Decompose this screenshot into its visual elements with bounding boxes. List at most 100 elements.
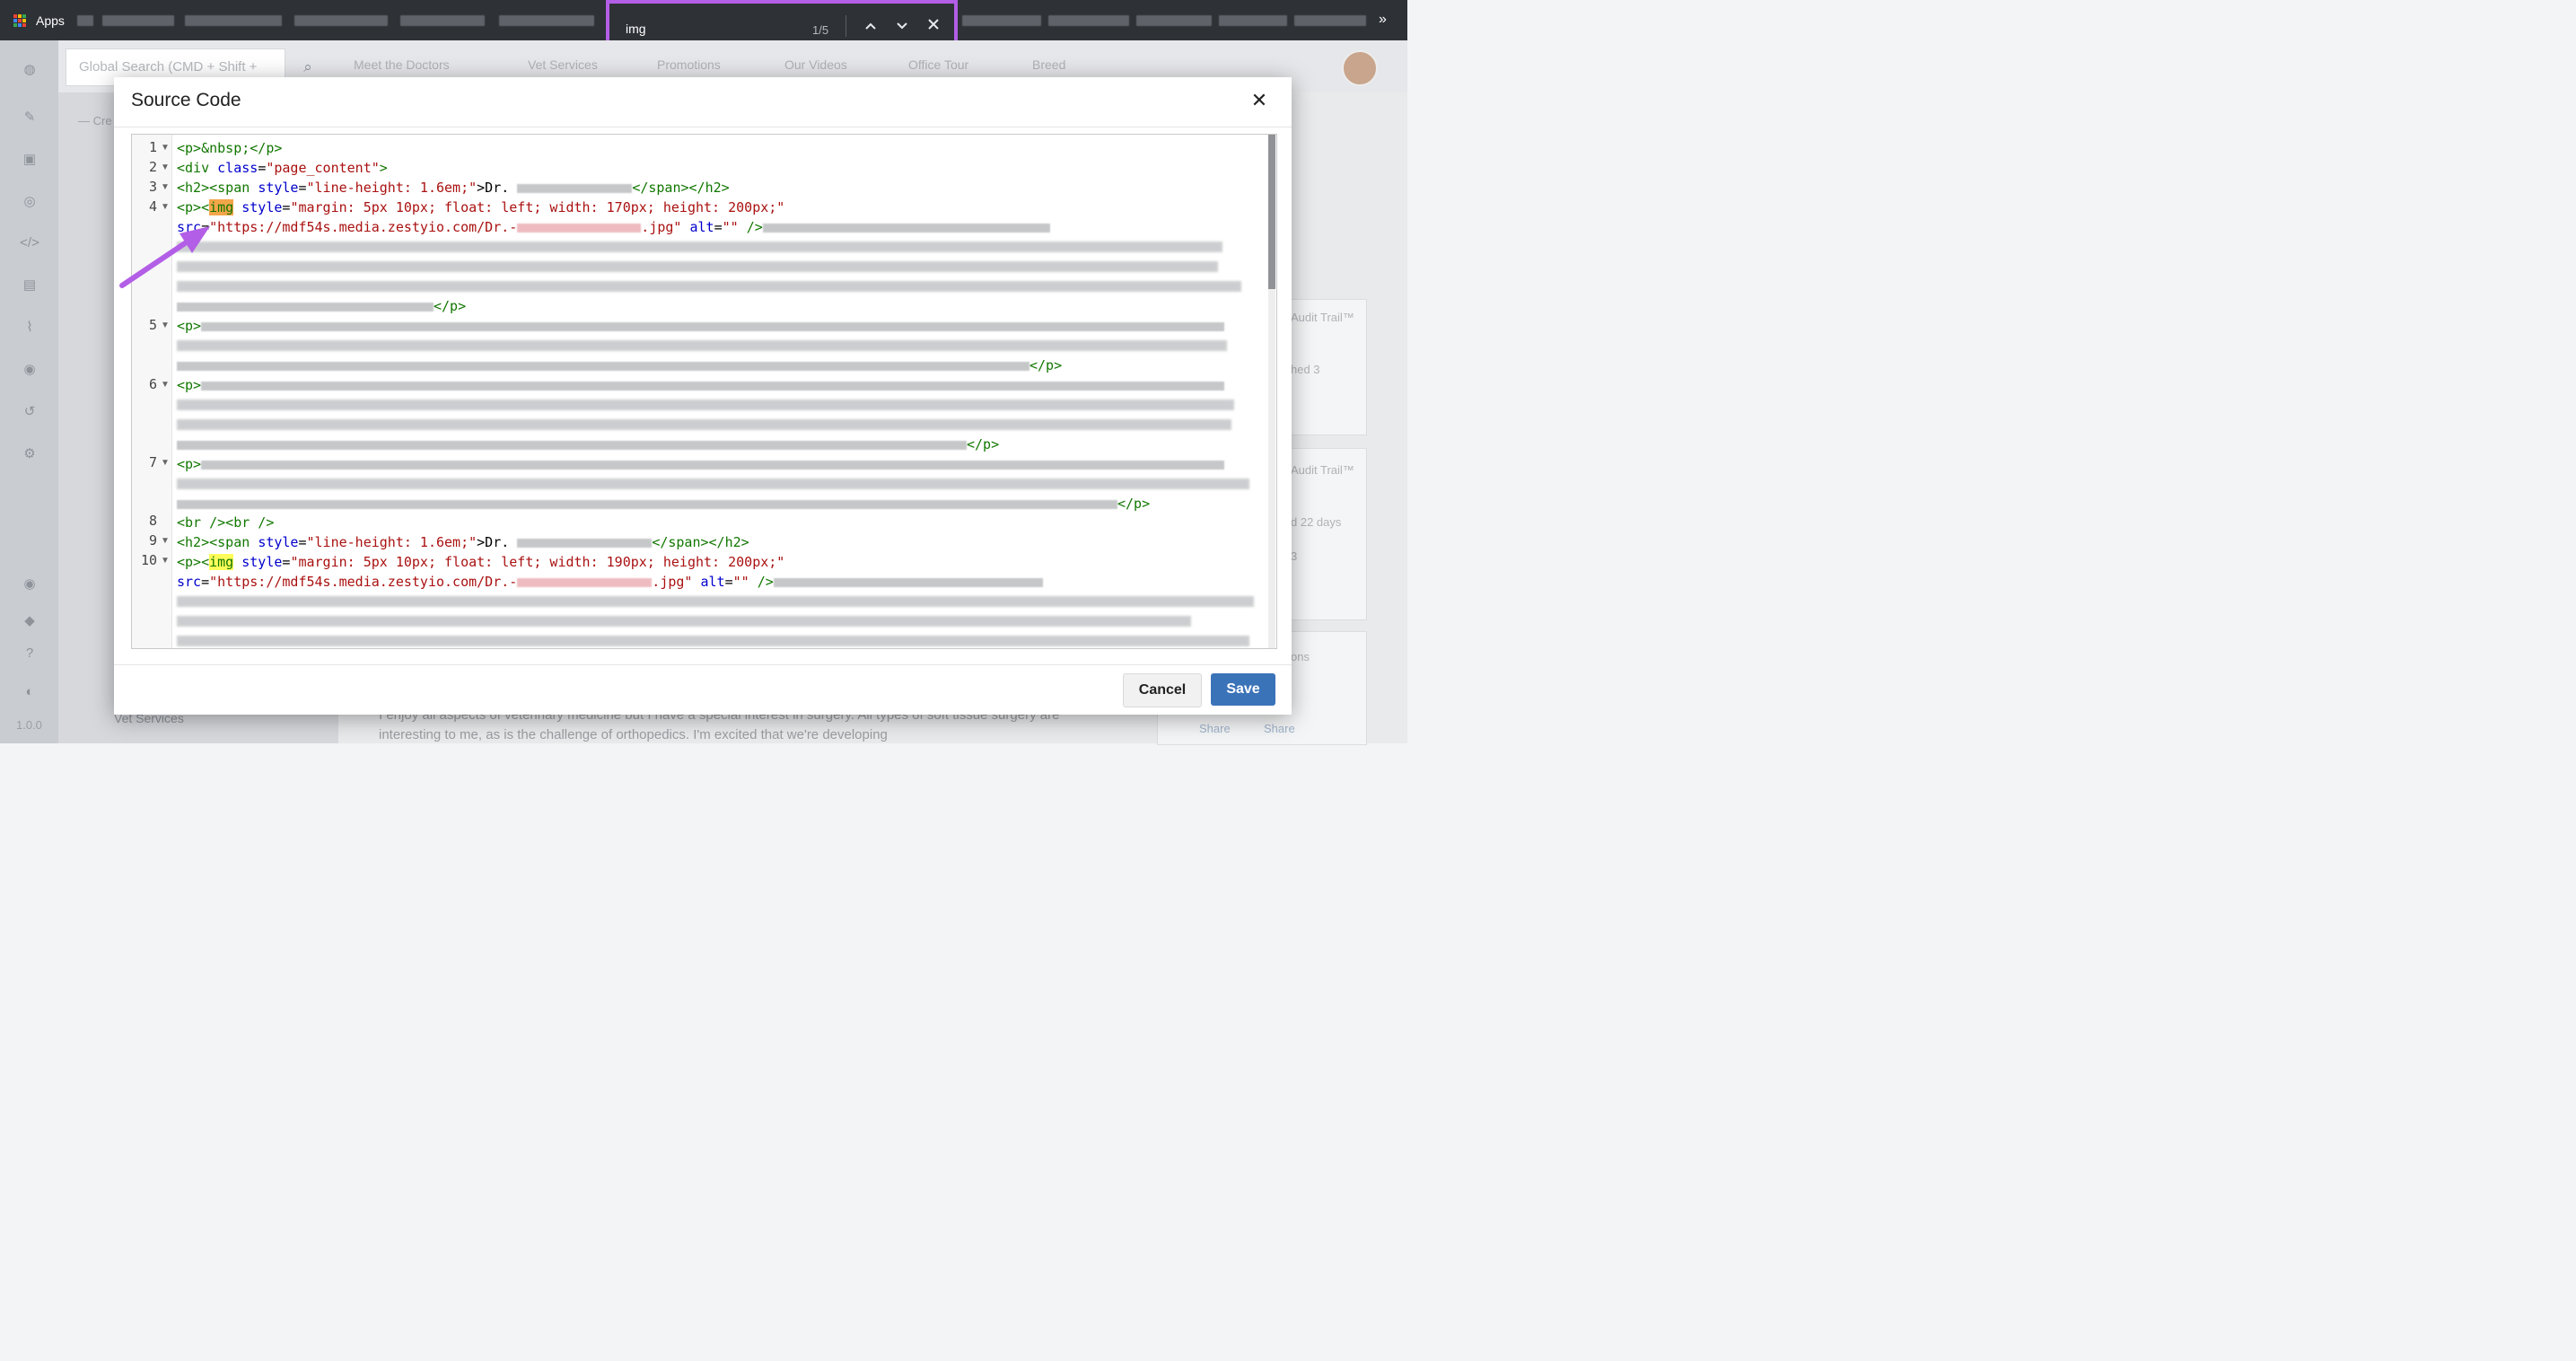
redacted-text (177, 400, 1234, 410)
audit-trail-label: Audit Trail™ (1291, 463, 1354, 477)
apps-grid-icon[interactable] (13, 14, 26, 27)
tab-promotions[interactable]: Promotions (657, 57, 721, 72)
version-label: 1.0.0 (16, 718, 42, 732)
bookmark-item[interactable] (1136, 15, 1212, 26)
fold-arrow-icon[interactable]: ▼ (161, 143, 170, 153)
redacted-text (177, 261, 1218, 272)
code-line-6: <p> (177, 375, 1225, 395)
chart-icon[interactable]: ⌇ (20, 318, 39, 338)
code-line-7: <p> (177, 454, 1225, 474)
find-match-count: 1/5 (812, 23, 829, 37)
line-number: 2 (148, 159, 157, 175)
bell-icon[interactable]: ◆ (20, 611, 39, 631)
line-number: 10 (140, 552, 157, 568)
line-number: 9 (148, 532, 157, 549)
tab-our-videos[interactable]: Our Videos (784, 57, 847, 72)
redacted-text (177, 419, 1231, 430)
image-icon[interactable]: ▣ (20, 150, 39, 170)
more-bookmarks-icon[interactable]: » (1379, 12, 1387, 28)
database-icon[interactable]: ◎ (20, 192, 39, 212)
tab-meet-the-doctors[interactable]: Meet the Doctors (354, 57, 450, 72)
line-number: 4 (148, 198, 157, 215)
days-label: d 22 days (1291, 515, 1342, 529)
fold-arrow-icon[interactable]: ▼ (161, 536, 170, 546)
line-number-gutter: 1 ▼ 2 ▼ 3 ▼ 4 ▼ 5 ▼ 6 ▼ 7 ▼ 8 9 ▼ 10 ▼ (132, 135, 172, 648)
modal-title: Source Code (131, 90, 241, 110)
chevron-down-icon[interactable] (892, 16, 912, 36)
share-link[interactable]: Share (1264, 722, 1295, 735)
code-icon[interactable]: </> (20, 233, 39, 253)
code-line-10: <p><img style="margin: 5px 10px; float: … (177, 554, 785, 570)
save-button[interactable]: Save (1211, 673, 1275, 706)
history-icon[interactable]: ↺ (20, 402, 39, 422)
create-button[interactable]: — Cre (78, 114, 112, 127)
fold-arrow-icon[interactable]: ▼ (161, 162, 170, 172)
cancel-button[interactable]: Cancel (1123, 673, 1202, 707)
line-number: 1 (148, 139, 157, 155)
cms-sidebar: ◍ ✎ ▣ ◎ </> ▤ ⌇ ◉ ↺ ⚙ ◉ ◆ ? ◐ (0, 40, 58, 743)
fold-arrow-icon[interactable]: ▼ (161, 458, 170, 468)
code-line-5: <p> (177, 316, 1225, 336)
redacted-text (177, 281, 1241, 292)
bookmark-item[interactable] (185, 15, 282, 26)
edit-icon[interactable]: ✎ (20, 108, 39, 127)
line-number: 5 (148, 317, 157, 333)
target-icon[interactable]: ◉ (20, 360, 39, 380)
bookmark-item[interactable] (962, 15, 1041, 26)
bookmark-item[interactable] (77, 15, 93, 26)
find-match-current: img (209, 199, 234, 215)
tab-office-tour[interactable]: Office Tour (908, 57, 968, 72)
globe-icon[interactable]: ◍ (20, 60, 39, 80)
bookmark-item[interactable] (1294, 15, 1366, 26)
close-icon[interactable] (924, 16, 943, 36)
code-editor[interactable]: 1 ▼ 2 ▼ 3 ▼ 4 ▼ 5 ▼ 6 ▼ 7 ▼ 8 9 ▼ 10 ▼ <… (131, 134, 1277, 649)
code-line-1: <p>&nbsp;</p> (177, 140, 283, 156)
code-line-10-wrap: src="https://mdf54s.media.zestyio.com/Dr… (177, 572, 1043, 592)
fold-arrow-icon[interactable]: ▼ (161, 202, 170, 212)
bookmark-item[interactable] (499, 15, 594, 26)
code-line-6-end: </p> (177, 435, 999, 454)
redacted-text (177, 636, 1249, 646)
apps-label[interactable]: Apps (36, 13, 65, 28)
eye-icon[interactable]: ◉ (20, 575, 39, 594)
logo-icon: ◐ (25, 684, 34, 699)
find-input[interactable]: img (626, 22, 646, 36)
bookmark-item[interactable] (400, 15, 485, 26)
redacted-text (177, 616, 1191, 627)
code-line-8: <br /><br /> (177, 514, 275, 531)
code-line-4-end: </p> (177, 296, 466, 316)
code-line-4: <p><img style="margin: 5px 10px; float: … (177, 199, 785, 215)
fold-arrow-icon[interactable]: ▼ (161, 320, 170, 330)
fold-arrow-icon[interactable]: ▼ (161, 182, 170, 192)
bookmark-item[interactable] (1219, 15, 1287, 26)
id-card-icon[interactable]: ▤ (20, 276, 39, 295)
bookmark-item[interactable] (294, 15, 388, 26)
bookmark-item[interactable] (102, 15, 174, 26)
tab-breed[interactable]: Breed (1032, 57, 1065, 72)
redacted-text (177, 479, 1249, 489)
code-line-9: <h2><span style="line-height: 1.6em;">Dr… (177, 534, 749, 550)
redacted-text (177, 596, 1254, 607)
bookmark-item[interactable] (1048, 15, 1129, 26)
help-icon[interactable]: ? (20, 644, 39, 663)
code-line-5-end: </p> (177, 356, 1062, 375)
share-link[interactable]: Share (1199, 722, 1231, 735)
tab-vet-services[interactable]: Vet Services (528, 57, 598, 72)
published-label: hed 3 (1291, 363, 1320, 376)
line-number: 7 (148, 454, 157, 470)
editor-scrollbar[interactable] (1268, 135, 1275, 648)
divider (114, 664, 1292, 665)
find-match: img (209, 554, 234, 570)
code-line-7-end: </p> (177, 494, 1150, 514)
fold-arrow-icon[interactable]: ▼ (161, 380, 170, 390)
gear-icon[interactable]: ⚙ (20, 444, 39, 464)
close-icon[interactable]: ✕ (1249, 90, 1270, 111)
redacted-text (177, 241, 1222, 252)
chevron-up-icon[interactable] (861, 16, 881, 36)
scrollbar-thumb[interactable] (1268, 135, 1275, 289)
avatar[interactable] (1342, 50, 1378, 86)
source-code-modal: Source Code ✕ 1 ▼ 2 ▼ 3 ▼ 4 ▼ 5 ▼ 6 ▼ 7 … (114, 77, 1292, 715)
line-number: 8 (148, 513, 157, 529)
fold-arrow-icon[interactable]: ▼ (161, 556, 170, 566)
line-number: 6 (148, 376, 157, 392)
